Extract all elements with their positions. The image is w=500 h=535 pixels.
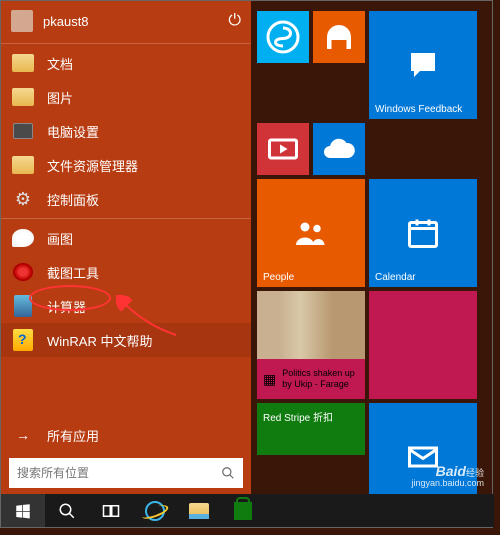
menu-paint[interactable]: 画图	[1, 221, 251, 255]
menu-documents[interactable]: 文档	[1, 46, 251, 80]
tile-news[interactable]: ▦ Politics shaken up by Ukip - Farage	[257, 291, 365, 399]
folder-icon	[12, 88, 34, 106]
folder-icon	[189, 503, 209, 519]
mail-icon	[405, 439, 441, 475]
folder-icon	[12, 54, 34, 72]
tile-label: Windows Feedback	[375, 104, 462, 115]
start-button[interactable]	[1, 494, 45, 527]
feedback-icon	[405, 47, 441, 83]
tile-feedback[interactable]: Windows Feedback	[369, 11, 477, 119]
tile-mail[interactable]: Mail	[369, 403, 477, 494]
windows-icon	[14, 502, 32, 520]
tile-label: Calendar	[375, 272, 416, 283]
news-caption: Politics shaken up by Ukip - Farage	[282, 368, 359, 390]
menu-label: 文档	[47, 54, 73, 73]
username: pkaust8	[43, 14, 228, 29]
headphones-icon	[321, 19, 357, 55]
pc-icon	[13, 123, 33, 139]
menu-pc-settings[interactable]: 电脑设置	[1, 114, 251, 148]
tile-calendar[interactable]: Calendar	[369, 179, 477, 287]
taskbar-file-explorer[interactable]	[177, 494, 221, 527]
news-photo	[257, 291, 365, 361]
tile-skype[interactable]	[257, 11, 309, 63]
menu-label: WinRAR 中文帮助	[47, 331, 152, 350]
menu-winrar-help[interactable]: WinRAR 中文帮助	[1, 323, 251, 357]
menu-label: 控制面板	[47, 190, 99, 209]
explorer-icon	[12, 156, 34, 174]
menu-snipping-tool[interactable]: 截图工具	[1, 255, 251, 289]
tile-music[interactable]	[313, 11, 365, 63]
menu-pictures[interactable]: 图片	[1, 80, 251, 114]
menu-label: 图片	[47, 88, 73, 107]
tile-unknown[interactable]	[369, 291, 477, 399]
search-icon[interactable]	[213, 458, 243, 488]
start-left-pane: pkaust8 ⏻ 文档 图片 电脑设置 文件资源管理器	[1, 1, 251, 494]
menu-label: 所有应用	[47, 426, 99, 445]
tile-video[interactable]	[257, 123, 309, 175]
ie-icon	[145, 501, 165, 521]
scissors-icon	[13, 263, 33, 281]
tile-redstripe[interactable]: Red Stripe 折扣	[257, 403, 365, 455]
skype-icon	[265, 19, 301, 55]
taskbar-ie[interactable]	[133, 494, 177, 527]
menu-label: 文件资源管理器	[47, 156, 138, 175]
calendar-icon	[405, 215, 441, 251]
divider	[1, 43, 251, 44]
arrow-right-icon	[11, 423, 35, 447]
tile-label: Red Stripe 折扣	[263, 409, 333, 424]
power-icon[interactable]: ⏻	[228, 12, 241, 30]
menu-label: 画图	[47, 229, 73, 248]
calculator-icon	[14, 295, 32, 317]
taskbar	[1, 494, 494, 527]
menu-label: 计算器	[47, 297, 86, 316]
people-icon	[293, 215, 329, 251]
menu-all-apps[interactable]: 所有应用	[1, 418, 251, 452]
user-row[interactable]: pkaust8 ⏻	[1, 1, 251, 41]
cloud-icon	[321, 131, 357, 167]
taskview-icon	[102, 504, 120, 518]
tile-label: People	[263, 272, 294, 283]
taskbar-store[interactable]	[221, 494, 265, 527]
help-icon	[13, 329, 33, 351]
search-icon	[58, 502, 76, 520]
tile-onedrive[interactable]	[313, 123, 365, 175]
play-icon	[265, 131, 301, 167]
start-tiles-pane: Windows Feedback People Calendar	[251, 1, 492, 494]
taskbar-taskview[interactable]	[89, 494, 133, 527]
menu-control-panel[interactable]: 控制面板	[1, 182, 251, 216]
menu-file-explorer[interactable]: 文件资源管理器	[1, 148, 251, 182]
gear-icon	[11, 187, 35, 211]
avatar	[11, 10, 33, 32]
divider	[1, 218, 251, 219]
search-box[interactable]	[9, 458, 243, 488]
tile-people[interactable]: People	[257, 179, 365, 287]
search-input[interactable]	[9, 466, 213, 480]
menu-label: 电脑设置	[47, 122, 99, 141]
store-icon	[234, 502, 252, 520]
menu-label: 截图工具	[47, 263, 99, 282]
taskbar-search[interactable]	[45, 494, 89, 527]
menu-calculator[interactable]: 计算器	[1, 289, 251, 323]
paint-icon	[12, 229, 34, 247]
news-icon: ▦	[263, 371, 276, 388]
